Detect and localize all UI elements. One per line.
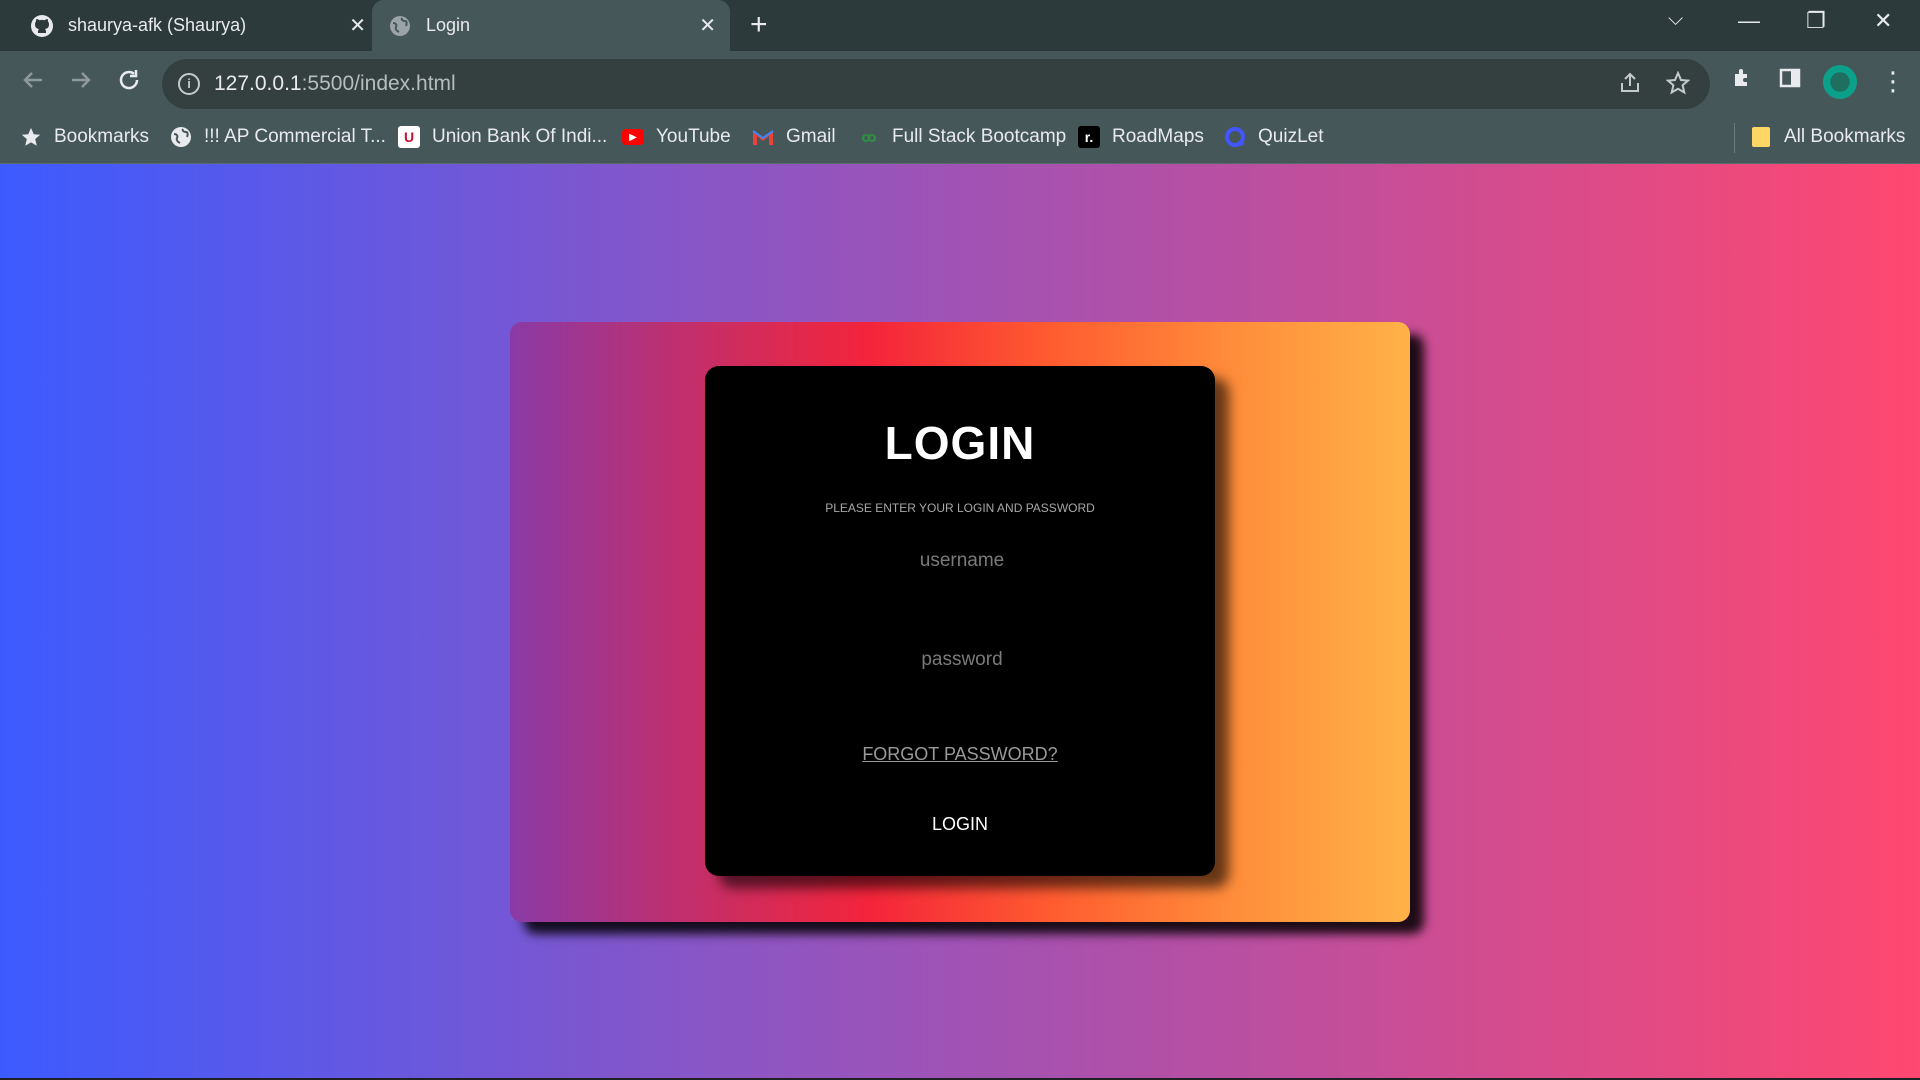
bookmark-item[interactable]: r. RoadMaps [1078,126,1204,148]
bookmarks-bar: Bookmarks !!! AP Commercial T... U Union… [0,115,1920,164]
side-panel-icon[interactable] [1778,66,1802,97]
star-icon [20,126,42,148]
quizlet-icon [1224,126,1246,148]
menu-icon[interactable]: ⋮ [1880,66,1906,97]
share-icon[interactable] [1618,71,1642,102]
tab-close-icon[interactable]: ✕ [699,13,716,38]
bookmark-item[interactable]: Gmail [752,126,836,148]
restore-button[interactable]: ❐ [1806,8,1826,34]
forgot-password-link[interactable]: FORGOT PASSWORD? [705,744,1215,765]
login-button[interactable]: LOGIN [895,804,1025,844]
login-box: LOGIN PLEASE ENTER YOUR LOGIN AND PASSWO… [705,366,1215,876]
bookmark-item[interactable]: !!! AP Commercial T... [170,126,386,148]
bookmark-item[interactable]: ꝏ Full Stack Bootcamp [858,126,1066,148]
window-close-button[interactable]: ✕ [1874,8,1892,34]
reload-icon[interactable] [116,67,142,99]
username-input[interactable] [810,542,1114,580]
profile-avatar[interactable] [1823,65,1857,99]
login-subtitle: PLEASE ENTER YOUR LOGIN AND PASSWORD [825,501,1095,515]
new-tab-button[interactable]: + [750,10,768,40]
forward-icon[interactable] [68,67,94,99]
site-info-icon[interactable]: i [178,73,200,95]
bookmark-item[interactable]: QuizLet [1224,126,1323,148]
all-bookmarks-folder[interactable]: All Bookmarks [1750,126,1905,148]
tab-github[interactable]: shaurya-afk (Shaurya) ✕ [20,0,380,51]
minimize-button[interactable]: — [1738,8,1760,34]
globe-icon [170,126,192,148]
union-bank-icon: U [398,126,420,148]
bookmark-item[interactable]: U Union Bank Of Indi... [398,126,607,148]
login-title: LOGIN [884,417,1036,469]
github-icon [30,14,54,38]
page-background: LOGIN PLEASE ENTER YOUR LOGIN AND PASSWO… [0,164,1920,1078]
bookmark-item[interactable]: Bookmarks [20,126,149,148]
youtube-icon: ▶ [622,129,644,145]
tab-close-icon[interactable]: ✕ [349,13,366,38]
bookmark-item[interactable]: ▶ YouTube [622,126,731,148]
tab-title: Login [426,15,471,35]
folder-icon [1750,126,1772,148]
bootcamp-icon: ꝏ [861,128,877,145]
bookmarks-divider [1734,123,1735,153]
tab-search-icon[interactable]: ⌵ [1668,8,1683,31]
tab-login[interactable]: Login ✕ [372,0,730,51]
browser-toolbar: i 127.0.0.1:5500/index.html ⋮ [0,51,1920,115]
bookmark-star-icon[interactable] [1665,70,1691,102]
password-input[interactable] [810,641,1114,679]
tab-strip: shaurya-afk (Shaurya) ✕ Login ✕ + ⌵ — ❐ … [0,0,1920,51]
gmail-icon [752,126,774,148]
extensions-icon[interactable] [1731,66,1755,97]
roadmaps-icon: r. [1078,126,1100,148]
globe-icon [388,14,412,38]
address-bar[interactable]: i 127.0.0.1:5500/index.html [162,59,1710,109]
tab-title: shaurya-afk (Shaurya) [68,15,247,35]
back-icon[interactable] [20,67,46,99]
url-text: 127.0.0.1:5500/index.html [214,72,456,95]
login-card-frame: LOGIN PLEASE ENTER YOUR LOGIN AND PASSWO… [510,322,1410,922]
